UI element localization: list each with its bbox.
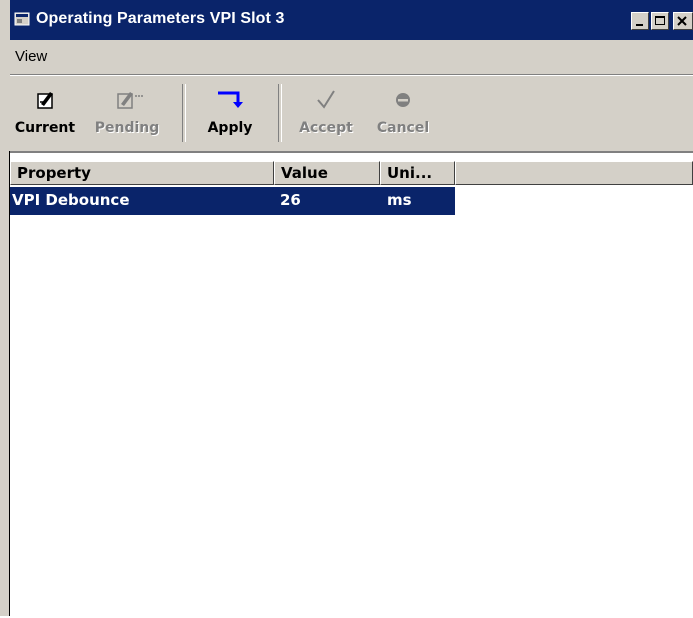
minimize-button[interactable] <box>631 12 649 30</box>
cancel-icon <box>396 93 410 107</box>
edit-pending-icon <box>117 92 143 109</box>
accept-label: Accept <box>299 120 353 136</box>
pending-button[interactable]: Pending <box>82 84 172 144</box>
column-header-filler <box>455 161 693 185</box>
current-label: Current <box>14 120 76 136</box>
edit-icon <box>37 92 53 109</box>
pending-label: Pending <box>94 120 160 136</box>
window-title: Operating Parameters VPI Slot 3 <box>36 10 285 27</box>
operating-parameters-window: Operating Parameters VPI Slot 3 View Cur… <box>0 0 693 618</box>
toolbar-separator <box>278 84 282 142</box>
cancel-button[interactable]: Cancel <box>370 84 436 144</box>
column-header-property[interactable]: Property <box>10 161 274 185</box>
cancel-label: Cancel <box>376 120 430 136</box>
current-button[interactable]: Current <box>12 84 78 144</box>
cell-value: 26 <box>280 191 301 209</box>
toolbar-separator <box>182 84 186 142</box>
app-icon <box>14 12 30 26</box>
column-header-value[interactable]: Value <box>274 161 380 185</box>
menu-bar: View <box>10 40 693 75</box>
list-header: Property Value Uni... <box>10 161 693 185</box>
accept-button[interactable]: Accept <box>288 84 364 144</box>
close-icon <box>677 16 687 26</box>
checkmark-icon <box>317 90 335 109</box>
apply-label: Apply <box>207 120 253 136</box>
close-button[interactable] <box>673 12 693 30</box>
table-row[interactable]: VPI Debounce 26 ms <box>10 187 455 215</box>
maximize-button[interactable] <box>651 12 669 30</box>
parameters-list[interactable]: Property Value Uni... VPI Debounce 26 ms <box>10 151 693 618</box>
cell-unit: ms <box>387 191 412 209</box>
toolbar: Current Pending Apply Accept Cancel <box>10 75 693 152</box>
column-header-units[interactable]: Uni... <box>380 161 455 185</box>
apply-arrow-icon <box>218 91 243 108</box>
minimize-icon <box>636 24 643 26</box>
maximize-icon <box>655 16 665 25</box>
cell-property: VPI Debounce <box>12 191 130 209</box>
menu-view[interactable]: View <box>15 48 47 65</box>
title-bar[interactable]: Operating Parameters VPI Slot 3 <box>10 0 693 40</box>
apply-button[interactable]: Apply <box>192 84 268 144</box>
